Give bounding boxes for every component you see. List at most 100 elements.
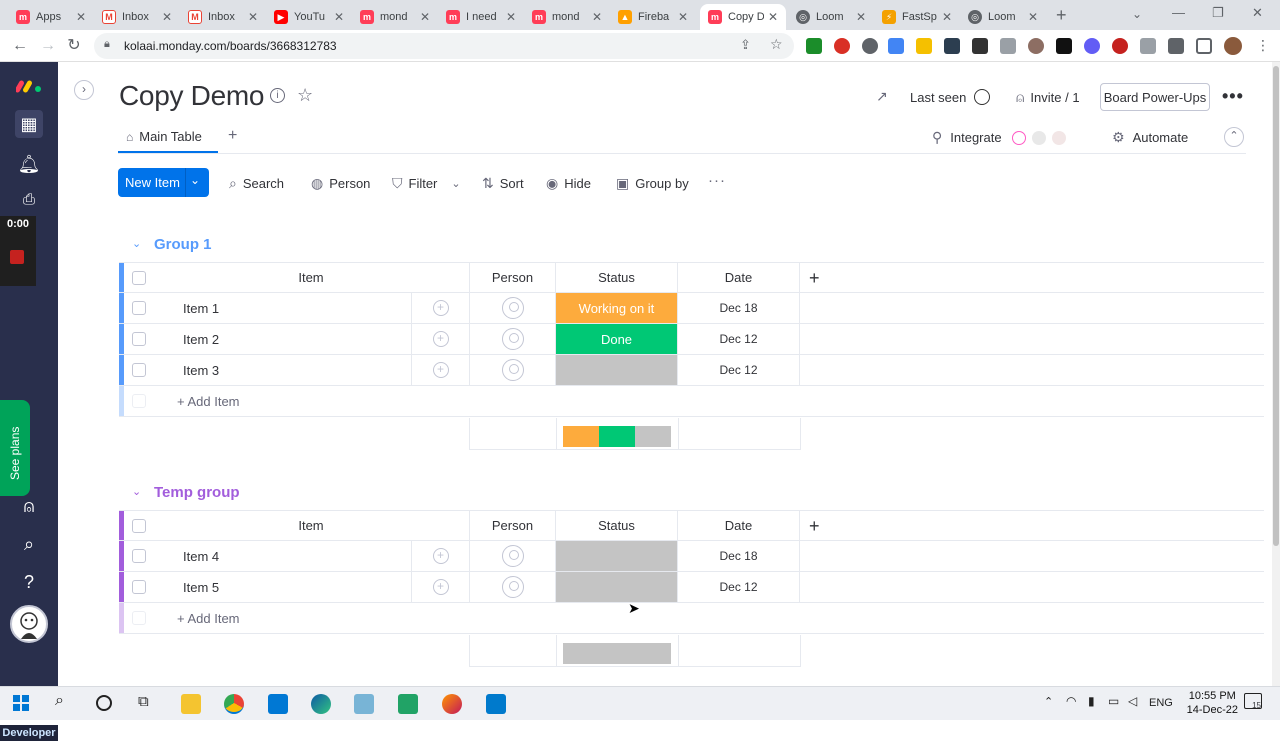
invite-members-icon[interactable]: ⍝ — [17, 494, 41, 518]
item-cell[interactable]: Item 2 — [153, 324, 412, 354]
minimize-icon[interactable]: — — [1172, 5, 1185, 20]
person-filter-button[interactable]: ◍ Person — [311, 175, 370, 192]
close-icon[interactable]: ✕ — [942, 10, 952, 24]
user-avatar[interactable] — [10, 605, 48, 643]
tab-search-icon[interactable]: ⌄ — [1132, 7, 1142, 21]
close-icon[interactable]: ✕ — [768, 10, 778, 24]
status-cell[interactable] — [556, 541, 678, 571]
status-cell[interactable]: Done — [556, 324, 678, 354]
item-name[interactable]: Item 3 — [183, 363, 219, 378]
close-icon[interactable]: ✕ — [506, 10, 516, 24]
translate-icon[interactable] — [888, 38, 904, 54]
browser-tab[interactable]: M Inbox ✕ — [94, 4, 180, 30]
extension-icon[interactable] — [1056, 38, 1072, 54]
add-update-icon[interactable]: + — [432, 548, 449, 564]
browser-tab[interactable]: ◎ Loom ✕ — [788, 4, 874, 30]
add-item-input[interactable]: + Add Item — [177, 394, 240, 409]
close-icon[interactable]: ✕ — [248, 10, 258, 24]
invite-button[interactable]: ⍝ Invite / 1 — [1016, 89, 1080, 106]
item-cell[interactable]: Item 3 — [153, 355, 412, 385]
status-cell[interactable]: Working on it — [556, 293, 678, 323]
tray-overflow-icon[interactable]: ⌃ — [1044, 695, 1053, 708]
row-checkbox[interactable] — [132, 332, 146, 346]
more-toolbar-icon[interactable]: ··· — [708, 172, 726, 189]
column-header-date[interactable]: Date — [678, 263, 800, 292]
maximize-icon[interactable]: ❐ — [1212, 5, 1224, 21]
person-cell[interactable] — [470, 355, 556, 385]
board-title[interactable]: Copy Demo — [119, 80, 264, 112]
status-summary-bar[interactable] — [563, 643, 671, 664]
back-icon[interactable]: ← — [10, 36, 30, 56]
expand-sidebar-icon[interactable]: › — [74, 80, 94, 100]
extension-icon[interactable] — [944, 38, 960, 54]
browser-tab[interactable]: M Inbox ✕ — [180, 4, 266, 30]
share-icon[interactable]: ⇪ — [740, 37, 751, 53]
date-cell[interactable]: Dec 12 — [678, 355, 800, 385]
add-update-icon[interactable]: + — [432, 579, 449, 595]
status-label[interactable] — [556, 355, 677, 385]
item-cell[interactable]: Item 4 — [153, 541, 412, 571]
extension-icon[interactable] — [806, 38, 822, 54]
windows-start-icon[interactable] — [13, 695, 29, 711]
add-item-row[interactable]: + Add Item — [119, 603, 1264, 634]
close-icon[interactable]: ✕ — [162, 10, 172, 24]
new-item-button[interactable]: New Item ⌄ — [118, 168, 209, 197]
see-plans-button[interactable]: See plans — [0, 400, 30, 496]
sidepanel-icon[interactable] — [1196, 38, 1212, 54]
date-cell[interactable]: Dec 18 — [678, 541, 800, 571]
status-cell[interactable] — [556, 355, 678, 385]
row-checkbox[interactable] — [132, 301, 146, 315]
item-name[interactable]: Item 1 — [183, 301, 219, 316]
item-name[interactable]: Item 5 — [183, 580, 219, 595]
filter-button[interactable]: ⛉ Filter ⌄ — [392, 175, 461, 192]
battery-icon[interactable]: ▮ — [1088, 694, 1095, 708]
extension-icon[interactable] — [862, 38, 878, 54]
add-column-button[interactable]: + — [809, 268, 820, 289]
table-row[interactable]: Item 1 + Working on it Dec 18 — [119, 293, 1264, 324]
updates-cell[interactable]: + — [412, 572, 470, 602]
stop-recording-icon[interactable] — [10, 250, 24, 264]
browser-tab[interactable]: ▲ Fireba ✕ — [610, 4, 696, 30]
browser-tab[interactable]: ⚡ FastSp ✕ — [874, 4, 960, 30]
add-update-icon[interactable]: + — [432, 300, 449, 316]
notifications-bell-icon[interactable]: 🔔︎ — [17, 152, 41, 176]
reload-icon[interactable]: ↻ — [64, 36, 84, 56]
status-label[interactable] — [556, 572, 677, 602]
automate-button[interactable]: ⚙ Automate — [1112, 129, 1188, 146]
favorite-star-icon[interactable]: ☆ — [297, 85, 313, 106]
monday-logo[interactable] — [15, 74, 44, 94]
updates-cell[interactable]: + — [412, 541, 470, 571]
column-header-item[interactable]: Item — [153, 511, 470, 540]
select-all-checkbox[interactable] — [132, 271, 146, 285]
hide-button[interactable]: ◉ Hide — [546, 175, 591, 192]
chrome-icon[interactable] — [224, 694, 244, 714]
table-row[interactable]: Item 4 + Dec 18 — [119, 541, 1264, 572]
add-column-button[interactable]: + — [809, 516, 820, 537]
status-label[interactable] — [556, 541, 677, 571]
row-checkbox[interactable] — [132, 580, 146, 594]
wifi-icon[interactable]: ◠ — [1066, 694, 1076, 708]
row-checkbox[interactable] — [132, 549, 146, 563]
notification-center-icon[interactable]: 15 — [1244, 693, 1262, 710]
language-indicator[interactable]: ENG — [1149, 697, 1173, 709]
person-placeholder-icon[interactable] — [501, 328, 524, 350]
browser-tab[interactable]: m mond ✕ — [352, 4, 438, 30]
close-icon[interactable]: ✕ — [1028, 10, 1038, 24]
close-icon[interactable]: ✕ — [856, 10, 866, 24]
person-cell[interactable] — [470, 572, 556, 602]
status-label[interactable]: Done — [556, 324, 677, 354]
extension-icon[interactable] — [1084, 38, 1100, 54]
help-icon[interactable]: ? — [17, 570, 41, 594]
mail-icon[interactable] — [268, 694, 288, 714]
person-cell[interactable] — [470, 324, 556, 354]
table-row[interactable]: Item 5 + Dec 12 — [119, 572, 1264, 603]
person-placeholder-icon[interactable] — [501, 359, 524, 381]
extension-icon[interactable] — [834, 38, 850, 54]
updates-cell[interactable]: + — [412, 293, 470, 323]
extension-icon[interactable] — [972, 38, 988, 54]
item-cell[interactable]: Item 5 — [153, 572, 412, 602]
column-header-person[interactable]: Person — [470, 511, 556, 540]
browser-tab[interactable]: m I need ✕ — [438, 4, 524, 30]
extension-icon[interactable] — [1028, 38, 1044, 54]
close-icon[interactable]: ✕ — [420, 10, 430, 24]
